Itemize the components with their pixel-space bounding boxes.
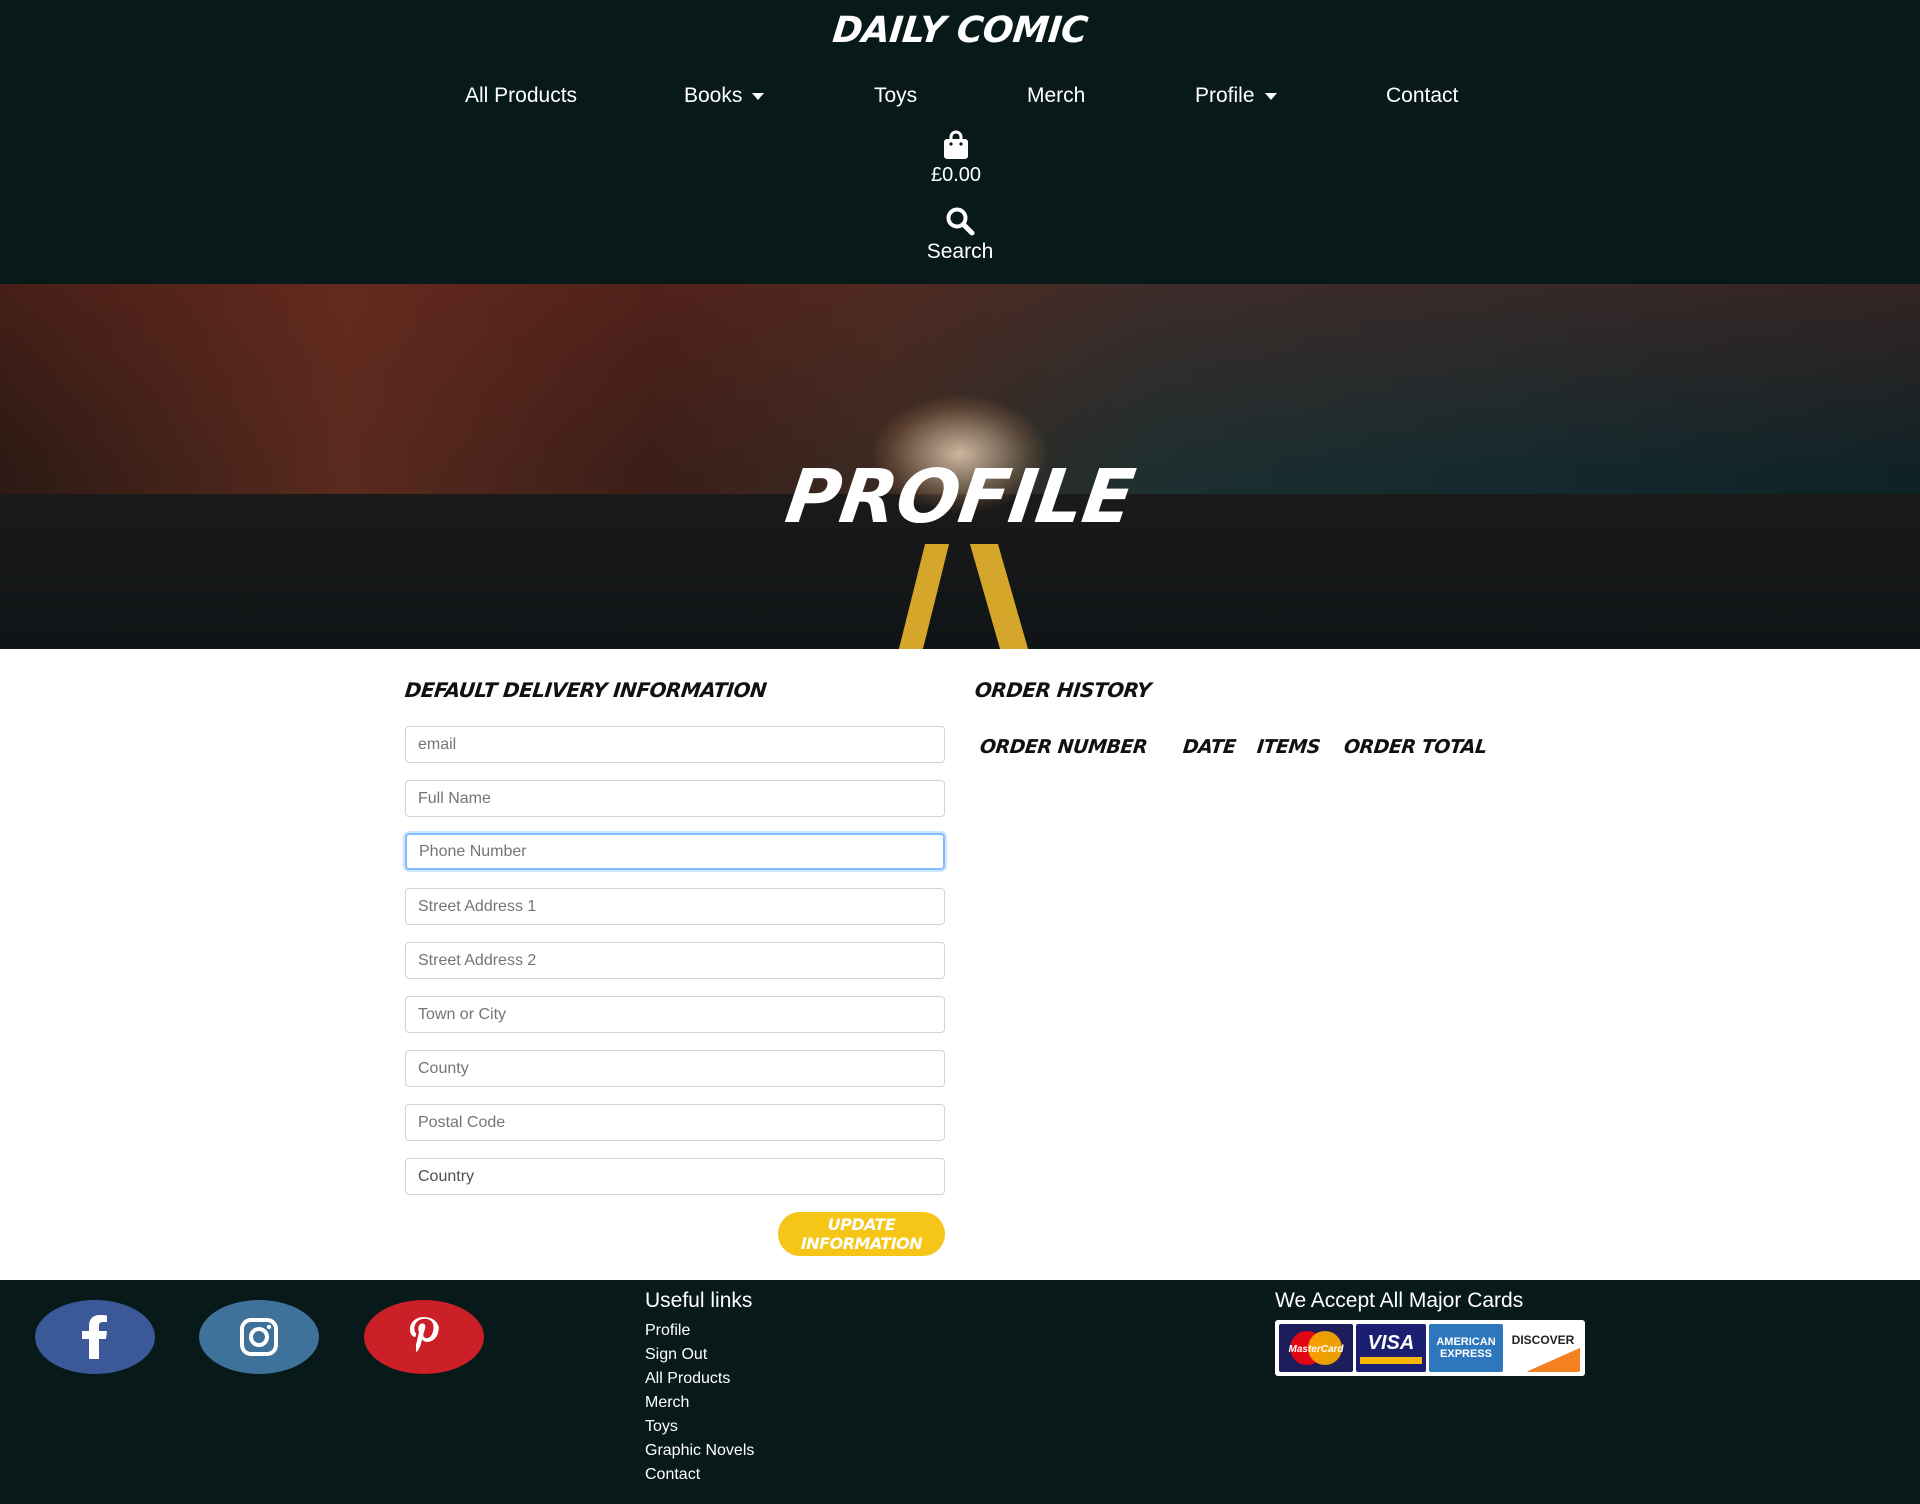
- cards-title: We Accept All Major Cards: [1275, 1289, 1524, 1312]
- discover-logo: DISCOVER: [1506, 1324, 1580, 1372]
- town-city-field[interactable]: [405, 996, 945, 1033]
- search-label[interactable]: Search: [900, 240, 1020, 264]
- column-order-total: ORDER TOTAL: [1342, 736, 1488, 758]
- pinterest-icon: [410, 1317, 439, 1353]
- full-name-field[interactable]: [405, 780, 945, 817]
- column-items: ITEMS: [1255, 736, 1322, 758]
- order-history-title: ORDER HISTORY: [973, 678, 1153, 702]
- search-toggle[interactable]: [900, 206, 1020, 241]
- street-address-1-field[interactable]: [405, 888, 945, 925]
- nav-all-products[interactable]: All Products: [465, 84, 577, 108]
- footer-link-all-products[interactable]: All Products: [645, 1370, 730, 1388]
- bag-total[interactable]: £0.00: [900, 164, 1012, 187]
- footer-link-graphic-novels[interactable]: Graphic Novels: [645, 1442, 754, 1460]
- column-order-number: ORDER NUMBER: [978, 736, 1149, 758]
- nav-toys[interactable]: Toys: [874, 84, 917, 108]
- footer-link-contact[interactable]: Contact: [645, 1466, 700, 1484]
- amex-text: AMERICAN EXPRESS: [1436, 1336, 1496, 1360]
- facebook-link[interactable]: [35, 1300, 155, 1374]
- footer-link-merch[interactable]: Merch: [645, 1394, 689, 1412]
- hero-banner: PROFILE: [0, 284, 1920, 649]
- visa-text: VISA: [1367, 1332, 1415, 1354]
- page-title: PROFILE: [780, 454, 1140, 540]
- instagram-link[interactable]: [199, 1300, 319, 1374]
- shopping-bag-icon: [944, 130, 968, 159]
- mastercard-text: MasterCard: [1288, 1344, 1344, 1355]
- county-field[interactable]: [405, 1050, 945, 1087]
- nav-contact[interactable]: Contact: [1386, 84, 1458, 108]
- chevron-down-icon: [1264, 92, 1277, 100]
- nav-merch[interactable]: Merch: [1027, 84, 1085, 108]
- nav-label: Contact: [1386, 84, 1459, 107]
- footer-link-sign-out[interactable]: Sign Out: [645, 1346, 707, 1364]
- nav-label: Toys: [874, 84, 918, 107]
- amex-logo: AMERICAN EXPRESS: [1429, 1324, 1503, 1372]
- delivery-title: DEFAULT DELIVERY INFORMATION: [403, 678, 768, 702]
- nav-books[interactable]: Books: [684, 84, 765, 108]
- footer-link-profile[interactable]: Profile: [645, 1322, 690, 1340]
- country-select[interactable]: Country: [405, 1158, 945, 1195]
- nav-label: Books: [684, 84, 743, 107]
- nav-profile[interactable]: Profile: [1195, 84, 1277, 108]
- main-nav: All Products Books Toys Merch Profile Co…: [0, 84, 1920, 118]
- nav-label: Merch: [1027, 84, 1086, 107]
- pinterest-link[interactable]: [364, 1300, 484, 1374]
- useful-links-title: Useful links: [645, 1289, 753, 1312]
- nav-label: All Products: [465, 84, 578, 107]
- postal-code-field[interactable]: [405, 1104, 945, 1141]
- chevron-down-icon: [752, 92, 765, 100]
- column-date: DATE: [1181, 736, 1237, 758]
- street-address-2-field[interactable]: [405, 942, 945, 979]
- shopping-bag-link[interactable]: [900, 130, 1012, 165]
- phone-number-field[interactable]: [405, 833, 945, 870]
- site-header: DAILY COMIC All Products Books Toys Merc…: [0, 0, 1920, 284]
- instagram-icon: [240, 1318, 278, 1356]
- facebook-icon: [82, 1315, 107, 1359]
- mastercard-circles: MasterCard: [1288, 1331, 1344, 1365]
- mastercard-logo: MasterCard: [1279, 1324, 1353, 1372]
- visa-logo: VISA: [1356, 1324, 1426, 1372]
- search-icon: [946, 207, 975, 236]
- brand-logo[interactable]: DAILY COMIC: [0, 10, 1920, 51]
- update-information-button[interactable]: UPDATE INFORMATION: [778, 1212, 945, 1256]
- footer-link-toys[interactable]: Toys: [645, 1418, 678, 1436]
- accepted-cards: MasterCard VISA AMERICAN EXPRESS DISCOVE…: [1275, 1320, 1585, 1376]
- nav-label: Profile: [1195, 84, 1255, 107]
- discover-text: DISCOVER: [1511, 1333, 1575, 1347]
- email-field[interactable]: [405, 726, 945, 763]
